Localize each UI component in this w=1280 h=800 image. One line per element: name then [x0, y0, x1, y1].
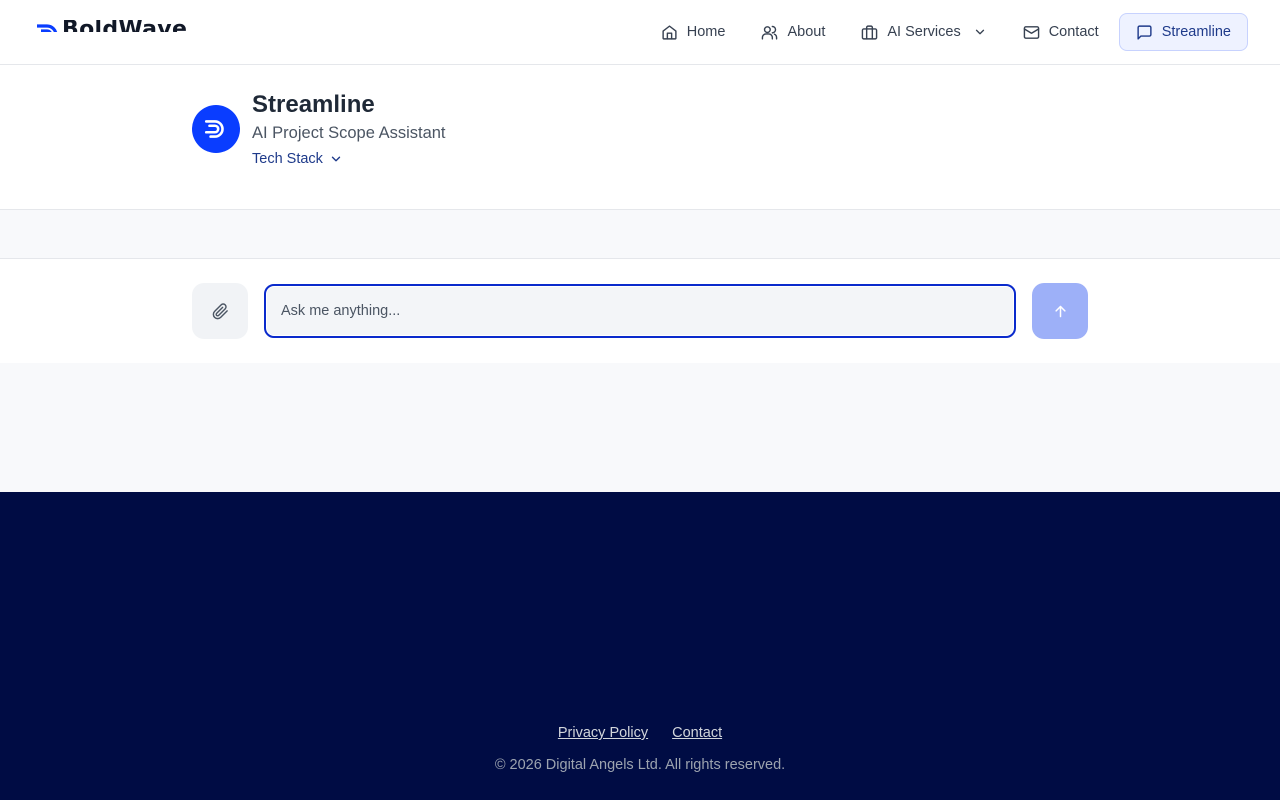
footer-contact-link[interactable]: Contact	[672, 725, 722, 741]
copyright-text: © 2026 Digital Angels Ltd. All rights re…	[494, 757, 786, 773]
nav-ai-services[interactable]: AI Services	[843, 13, 1004, 51]
nav-ai-services-label: AI Services	[887, 24, 961, 40]
briefcase-icon	[862, 24, 878, 40]
chat-input[interactable]	[264, 284, 1016, 338]
footer-links: Privacy Policy Contact	[0, 725, 1280, 741]
mail-icon	[1023, 25, 1039, 39]
content-spacer	[0, 363, 1280, 492]
message-area	[0, 210, 1280, 258]
assistant-avatar	[192, 105, 240, 153]
arrow-up-icon	[1054, 305, 1066, 317]
top-navigation-bar: BoldWave Home About AI Services	[0, 0, 1280, 65]
chat-icon	[1137, 24, 1152, 40]
assistant-name: Streamline	[252, 91, 375, 118]
assistant-header: Streamline AI Project Scope Assistant Te…	[192, 88, 792, 178]
tech-stack-toggle[interactable]: Tech Stack	[252, 150, 343, 168]
nav-streamline-label: Streamline	[1161, 24, 1231, 40]
streamline-logo-icon	[204, 120, 224, 138]
logo-mark-icon	[37, 24, 58, 32]
nav-about-label: About	[787, 24, 826, 40]
nav-home-label: Home	[686, 24, 726, 40]
nav-contact[interactable]: Contact	[1005, 13, 1117, 51]
assistant-subtitle: AI Project Scope Assistant	[252, 124, 446, 142]
users-icon	[762, 25, 778, 40]
brand-name: BoldWave	[62, 20, 186, 32]
brand-logo[interactable]: BoldWave	[36, 20, 186, 32]
main-nav: Home About AI Services Contact Streamlin…	[643, 13, 1248, 51]
nav-contact-label: Contact	[1048, 24, 1099, 40]
site-footer: Privacy Policy Contact © 2026 Digital An…	[0, 492, 1280, 800]
home-icon	[662, 24, 677, 40]
paperclip-icon	[212, 302, 228, 319]
chevron-down-icon	[331, 156, 341, 162]
nav-home[interactable]: Home	[643, 13, 744, 51]
attach-file-button[interactable]	[192, 283, 248, 339]
tech-stack-label: Tech Stack	[252, 151, 323, 167]
send-button[interactable]	[1032, 283, 1088, 339]
nav-streamline[interactable]: Streamline	[1118, 13, 1248, 51]
privacy-policy-link[interactable]: Privacy Policy	[558, 725, 648, 741]
chat-composer	[0, 259, 1280, 363]
chevron-down-icon	[975, 29, 984, 35]
nav-about[interactable]: About	[743, 13, 843, 51]
